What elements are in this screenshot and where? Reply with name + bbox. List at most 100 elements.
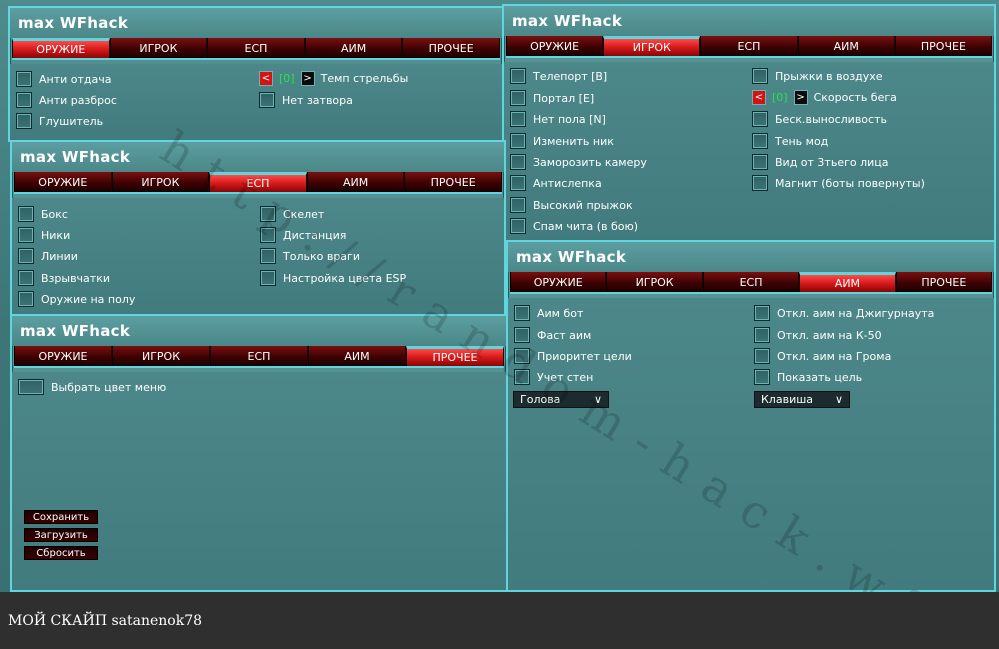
option-show-target[interactable]: Показать цель bbox=[754, 369, 862, 385]
option-disable-grom[interactable]: Откл. аим на Грома bbox=[754, 348, 891, 364]
option-disable-juggernaut[interactable]: Откл. аим на Джигурнаута bbox=[754, 305, 934, 321]
decrease-arrow-icon[interactable]: < bbox=[752, 90, 766, 105]
option-enemies-only[interactable]: Только враги bbox=[260, 248, 360, 264]
option-cheat-spam[interactable]: Спам чита (в бою) bbox=[510, 218, 638, 234]
checkbox[interactable] bbox=[514, 369, 530, 385]
checkbox[interactable] bbox=[18, 227, 34, 243]
checkbox[interactable] bbox=[16, 71, 32, 87]
checkbox[interactable] bbox=[754, 305, 770, 321]
increase-arrow-icon[interactable]: > bbox=[300, 71, 315, 86]
option-anti-flash[interactable]: Антислепка bbox=[510, 175, 602, 191]
option-esp-color[interactable]: Настройка цвета ESP bbox=[260, 270, 406, 286]
option-teleport[interactable]: Телепорт [B] bbox=[510, 68, 607, 84]
tab-misc[interactable]: ПРОЧЕЕ bbox=[404, 172, 502, 192]
checkbox[interactable] bbox=[18, 206, 34, 222]
option-no-bolt[interactable]: Нет затвора bbox=[259, 92, 353, 108]
checkbox[interactable] bbox=[510, 133, 526, 149]
tab-misc[interactable]: ПРОЧЕЕ bbox=[406, 346, 504, 366]
checkbox[interactable] bbox=[510, 175, 526, 191]
option-freeze-camera[interactable]: Заморозить камеру bbox=[510, 154, 647, 170]
option-high-jump[interactable]: Высокий прыжок bbox=[510, 197, 633, 213]
checkbox[interactable] bbox=[514, 327, 530, 343]
increase-arrow-icon[interactable]: > bbox=[793, 90, 808, 105]
option-nicks[interactable]: Ники bbox=[18, 227, 70, 243]
checkbox[interactable] bbox=[260, 270, 276, 286]
tab-misc[interactable]: ПРОЧЕЕ bbox=[895, 272, 993, 292]
option-aimbot[interactable]: Аим бот bbox=[514, 305, 583, 321]
reset-button[interactable]: Сбросить bbox=[24, 546, 98, 560]
checkbox[interactable] bbox=[260, 206, 276, 222]
option-explosives[interactable]: Взрывчатки bbox=[18, 270, 110, 286]
tab-esp[interactable]: ЕСП bbox=[210, 346, 308, 366]
tab-weapon[interactable]: ОРУЖИЕ bbox=[14, 346, 112, 366]
option-lines[interactable]: Линии bbox=[18, 248, 78, 264]
checkbox[interactable] bbox=[752, 68, 768, 84]
checkbox[interactable] bbox=[754, 369, 770, 385]
checkbox[interactable] bbox=[16, 113, 32, 129]
tab-aim[interactable]: АИМ bbox=[797, 36, 895, 56]
aim-key-dropdown[interactable]: Клавиша ∨ bbox=[754, 391, 850, 408]
option-fast-aim[interactable]: Фаст аим bbox=[514, 327, 591, 343]
tab-esp[interactable]: ЕСП bbox=[700, 36, 798, 56]
option-anti-recoil[interactable]: Анти отдача bbox=[16, 71, 112, 87]
option-wall-check[interactable]: Учет стен bbox=[514, 369, 593, 385]
option-disable-k50[interactable]: Откл. аим на К-50 bbox=[754, 327, 882, 343]
checkbox[interactable] bbox=[260, 227, 276, 243]
checkbox[interactable] bbox=[752, 133, 768, 149]
option-third-person[interactable]: Вид от 3тьего лица bbox=[752, 154, 889, 170]
tab-player[interactable]: ИГРОК bbox=[111, 172, 210, 192]
option-skeleton[interactable]: Скелет bbox=[260, 206, 324, 222]
option-infinite-stamina[interactable]: Беск.выносливость bbox=[752, 111, 887, 127]
checkbox[interactable] bbox=[752, 175, 768, 191]
checkbox[interactable] bbox=[510, 90, 526, 106]
option-weapons-on-floor[interactable]: Оружие на полу bbox=[18, 291, 135, 307]
tab-weapon[interactable]: ОРУЖИЕ bbox=[510, 272, 607, 292]
option-portal[interactable]: Портал [E] bbox=[510, 90, 594, 106]
tab-player[interactable]: ИГРОК bbox=[109, 38, 208, 58]
checkbox[interactable] bbox=[514, 305, 530, 321]
checkbox[interactable] bbox=[514, 348, 530, 364]
option-no-floor[interactable]: Нет пола [N] bbox=[510, 111, 606, 127]
tab-esp[interactable]: ЕСП bbox=[207, 38, 305, 58]
checkbox[interactable] bbox=[754, 327, 770, 343]
load-button[interactable]: Загрузить bbox=[24, 528, 98, 542]
checkbox[interactable] bbox=[752, 154, 768, 170]
checkbox[interactable] bbox=[510, 197, 526, 213]
option-shadow-mod[interactable]: Тень мод bbox=[752, 133, 828, 149]
tab-esp[interactable]: ЕСП bbox=[209, 172, 307, 192]
checkbox[interactable] bbox=[510, 111, 526, 127]
checkbox[interactable] bbox=[510, 218, 526, 234]
tab-esp[interactable]: ЕСП bbox=[702, 272, 800, 292]
checkbox[interactable] bbox=[260, 248, 276, 264]
decrease-arrow-icon[interactable]: < bbox=[259, 71, 273, 86]
option-magnet[interactable]: Магнит (боты повернуты) bbox=[752, 175, 925, 191]
tab-aim[interactable]: АИМ bbox=[304, 38, 403, 58]
checkbox[interactable] bbox=[18, 248, 34, 264]
option-menu-color[interactable]: Выбрать цвет меню bbox=[18, 379, 166, 395]
checkbox[interactable] bbox=[510, 154, 526, 170]
option-silencer[interactable]: Глушитель bbox=[16, 113, 103, 129]
checkbox[interactable] bbox=[18, 270, 34, 286]
tab-player[interactable]: ИГРОК bbox=[112, 346, 210, 366]
option-change-nick[interactable]: Изменить ник bbox=[510, 133, 614, 149]
target-bone-dropdown[interactable]: Голова ∨ bbox=[513, 391, 609, 408]
tab-aim[interactable]: АИМ bbox=[308, 346, 406, 366]
tab-player[interactable]: ИГРОК bbox=[603, 36, 701, 56]
option-anti-spread[interactable]: Анти разброс bbox=[16, 92, 117, 108]
tab-player[interactable]: ИГРОК bbox=[606, 272, 703, 292]
option-target-priority[interactable]: Приоритет цели bbox=[514, 348, 632, 364]
checkbox[interactable] bbox=[18, 291, 34, 307]
checkbox[interactable] bbox=[752, 111, 768, 127]
checkbox[interactable] bbox=[259, 92, 275, 108]
tab-weapon[interactable]: ОРУЖИЕ bbox=[12, 38, 110, 58]
option-box[interactable]: Бокс bbox=[18, 206, 68, 222]
color-swatch[interactable] bbox=[18, 379, 44, 395]
tab-weapon[interactable]: ОРУЖИЕ bbox=[14, 172, 112, 192]
tab-aim[interactable]: АИМ bbox=[799, 272, 896, 292]
option-distance[interactable]: Дистанция bbox=[260, 227, 346, 243]
tab-misc[interactable]: ПРОЧЕЕ bbox=[894, 36, 993, 56]
checkbox[interactable] bbox=[754, 348, 770, 364]
option-air-jumps[interactable]: Прыжки в воздухе bbox=[752, 68, 883, 84]
checkbox[interactable] bbox=[510, 68, 526, 84]
tab-weapon[interactable]: ОРУЖИЕ bbox=[506, 36, 604, 56]
